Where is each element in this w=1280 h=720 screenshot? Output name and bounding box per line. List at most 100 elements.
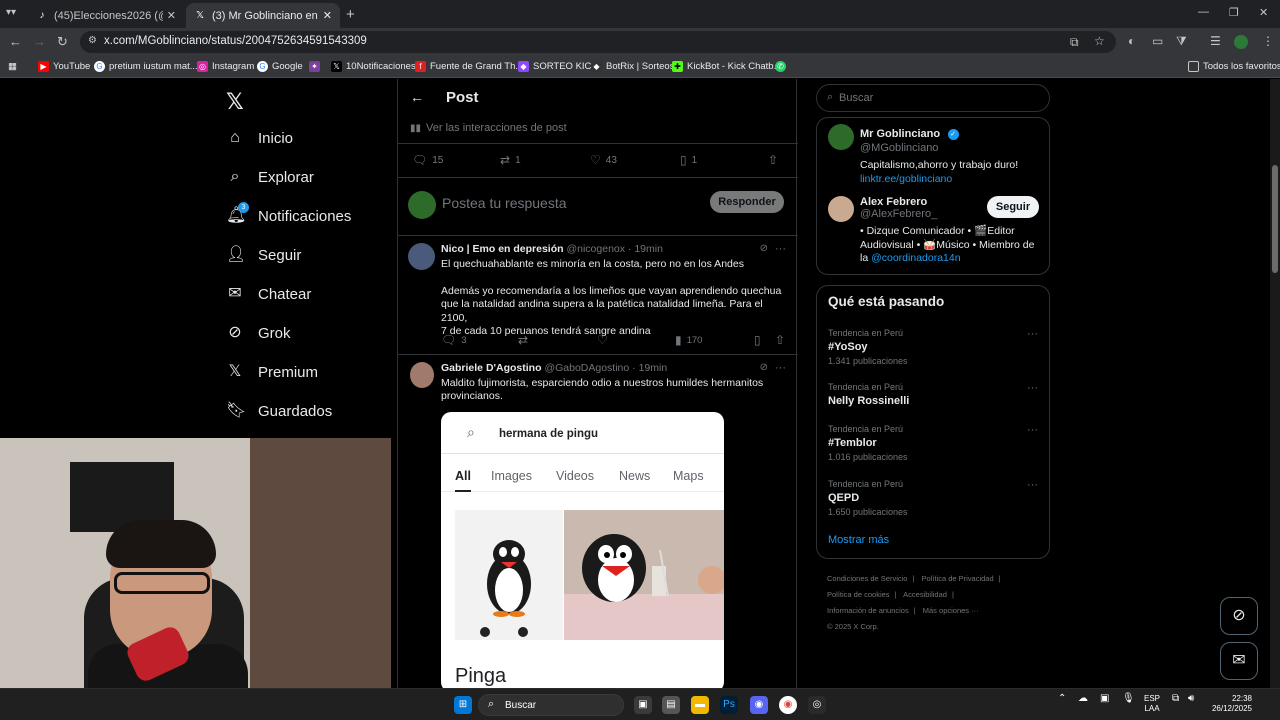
timestamp[interactable]: 19min	[634, 243, 663, 255]
view-interactions-link[interactable]: ▮▮ Ver las interacciones de post	[410, 122, 567, 134]
trend-item[interactable]: Tendencia en Perú QEPD 1.650 publicacion…	[828, 479, 1038, 517]
close-window-icon[interactable]: ✕	[1259, 6, 1268, 19]
author-name[interactable]: Gabriele D'Agostino	[441, 362, 542, 374]
tab-goblinciano[interactable]: 𝕏 (3) Mr Goblinciano en X: "Si pe ✕	[186, 3, 340, 28]
tray-overflow-icon[interactable]: ⌃	[1058, 694, 1066, 704]
author-handle[interactable]: @nicogenox	[566, 243, 625, 255]
tray-icon[interactable]: ▣	[1100, 694, 1109, 704]
grok-float-button[interactable]: ⊘	[1220, 597, 1258, 635]
views-action[interactable]: ▮ 170	[675, 333, 702, 347]
clock[interactable]: 22:38 26/12/2025	[1210, 694, 1252, 714]
trend-item[interactable]: Tendencia en Perú #Temblor 1.016 publica…	[828, 424, 1038, 462]
messages-float-button[interactable]: ✉	[1220, 642, 1258, 680]
avatar[interactable]	[828, 196, 854, 222]
app-icon[interactable]: ▤	[662, 696, 680, 714]
photoshop-icon[interactable]: Ps	[720, 696, 738, 714]
task-view-icon[interactable]: ▣	[634, 696, 652, 714]
show-more-link[interactable]: Mostrar más	[828, 534, 889, 546]
bookmark-instagram[interactable]: ◎ Instagram	[197, 61, 254, 72]
avatar[interactable]	[828, 124, 854, 150]
avatar[interactable]	[408, 243, 435, 270]
extension-icon[interactable]: ◐	[1128, 34, 1135, 48]
address-bar[interactable]: ⚙ x.com/MGoblinciano/status/200475263459…	[80, 31, 1116, 53]
trend-item[interactable]: Tendencia en Perú #YoSoy 1.341 publicaci…	[828, 328, 1038, 366]
star-icon[interactable]: ☆	[1094, 34, 1105, 48]
tab-elecciones[interactable]: ♪ (45)Elecciones2026 (@clipselec ✕	[28, 3, 184, 28]
bookmark-sorteo-kick[interactable]: ◆ SORTEO KICK	[518, 61, 598, 72]
user-link[interactable]: linktr.ee/goblinciano	[860, 173, 1018, 187]
taskbar-search[interactable]: ⌕ Buscar	[478, 694, 624, 716]
reply-button[interactable]: Responder	[710, 191, 784, 213]
more-icon[interactable]: ···	[1027, 424, 1038, 436]
repost-action[interactable]: ⇄	[518, 333, 533, 347]
microphone-icon[interactable]: 🎙︎	[1122, 694, 1135, 704]
like-action[interactable]: ♡	[597, 333, 613, 347]
more-icon[interactable]: ···	[1027, 479, 1038, 491]
footer-link[interactable]: Información de anuncios	[827, 606, 909, 615]
author-name[interactable]: Nico | Emo en depresión	[441, 243, 564, 255]
extensions-icon[interactable]: ⧩	[1176, 34, 1187, 49]
apps-icon[interactable]: ▦	[8, 61, 17, 72]
x-logo-icon[interactable]: 𝕏	[226, 89, 244, 115]
volume-icon[interactable]: 🔊︎	[1188, 694, 1194, 704]
bookmark-action[interactable]: ▯ 1	[680, 153, 697, 167]
footer-link[interactable]: Condiciones de Servicio	[827, 574, 907, 583]
bookmark-kickbot[interactable]: ✚ KickBot - Kick Chatb...	[672, 61, 782, 72]
nav-notificaciones[interactable]: 🔔︎ 3 Notificaciones	[226, 202, 351, 225]
nav-guardados[interactable]: 🔖︎ Guardados	[226, 402, 332, 420]
bookmark-pretium[interactable]: Gpretium iustum mat...	[94, 61, 198, 72]
file-explorer-icon[interactable]: ▬	[691, 696, 709, 714]
footer-link[interactable]: Accesibilidad	[903, 590, 947, 599]
tweet-image[interactable]: ⌕ hermana de pingu All Images Videos New…	[441, 412, 724, 688]
new-tab-icon[interactable]: +	[346, 6, 355, 23]
nav-seguir[interactable]: 👤︎ Seguir	[226, 246, 301, 264]
minimize-icon[interactable]: —	[1198, 6, 1209, 18]
bookmark-botrix[interactable]: ◆ BotRix | Sorteos	[591, 61, 674, 72]
scrollbar-thumb[interactable]	[1272, 165, 1278, 273]
more-icon[interactable]: ···	[1027, 328, 1038, 340]
like-action[interactable]: ♡ 43	[590, 153, 617, 167]
reply-action[interactable]: 🗨︎ 3	[441, 333, 467, 347]
maximize-icon[interactable]: ❐	[1229, 6, 1239, 19]
grok-icon[interactable]: ⊘	[760, 362, 768, 373]
avatar[interactable]	[410, 362, 434, 388]
bookmark-fuente[interactable]: f Fuente de Grand Th...	[415, 61, 523, 72]
bookmark-action[interactable]: ▯	[754, 333, 766, 347]
search-input[interactable]	[839, 89, 1039, 107]
reply-input[interactable]: Postea tu respuesta	[442, 195, 567, 211]
author-handle[interactable]: @GaboDAgostino	[544, 362, 629, 374]
nav-grok[interactable]: ⊘ Grok	[226, 324, 290, 342]
language-indicator[interactable]: ESP LAA	[1144, 694, 1160, 714]
all-bookmarks[interactable]: Todos los favoritos	[1188, 61, 1280, 72]
menu-icon[interactable]: ⋮	[1262, 34, 1274, 48]
bookmark-youtube[interactable]: ▶ YouTube	[38, 61, 90, 72]
more-icon[interactable]: ···	[775, 243, 786, 255]
more-icon[interactable]: ···	[775, 362, 786, 374]
more-icon[interactable]: ···	[1027, 382, 1038, 394]
bookmark-google[interactable]: G Google	[257, 61, 303, 72]
back-icon[interactable]: ←	[9, 34, 22, 49]
extension-icon[interactable]: ▭	[1152, 34, 1163, 48]
forward-icon[interactable]: →	[33, 34, 46, 49]
search-box[interactable]: ⌕	[816, 84, 1050, 112]
tray-icon[interactable]: ☁	[1078, 694, 1088, 704]
site-info-icon[interactable]: ⚙	[88, 35, 97, 46]
discord-icon[interactable]: ◉	[750, 696, 768, 714]
tab-search-icon[interactable]: ▾▾	[6, 7, 16, 18]
repost-action[interactable]: ⇄ 1	[500, 153, 521, 167]
close-icon[interactable]: ✕	[167, 9, 176, 22]
back-arrow-icon[interactable]: ←	[410, 89, 424, 105]
bookmark-unnamed[interactable]: ✦	[309, 61, 324, 72]
close-icon[interactable]: ✕	[323, 9, 332, 22]
obs-icon[interactable]: ◎	[808, 696, 826, 714]
start-icon[interactable]: ⊞	[454, 696, 472, 714]
trend-item[interactable]: Tendencia en Perú Nelly Rossinelli ···	[828, 382, 1038, 407]
mention-link[interactable]: @coordinadora14n	[871, 252, 960, 264]
share-action[interactable]: ⇧	[768, 153, 783, 167]
follow-button[interactable]: Seguir	[987, 196, 1039, 218]
footer-link[interactable]: Política de Privacidad	[922, 574, 994, 583]
footer-link[interactable]: Política de cookies	[827, 590, 890, 599]
footer-link[interactable]: Más opciones ···	[923, 606, 979, 615]
nav-premium[interactable]: 𝕏 Premium	[226, 363, 318, 381]
chrome-icon[interactable]: ◉	[779, 696, 797, 714]
